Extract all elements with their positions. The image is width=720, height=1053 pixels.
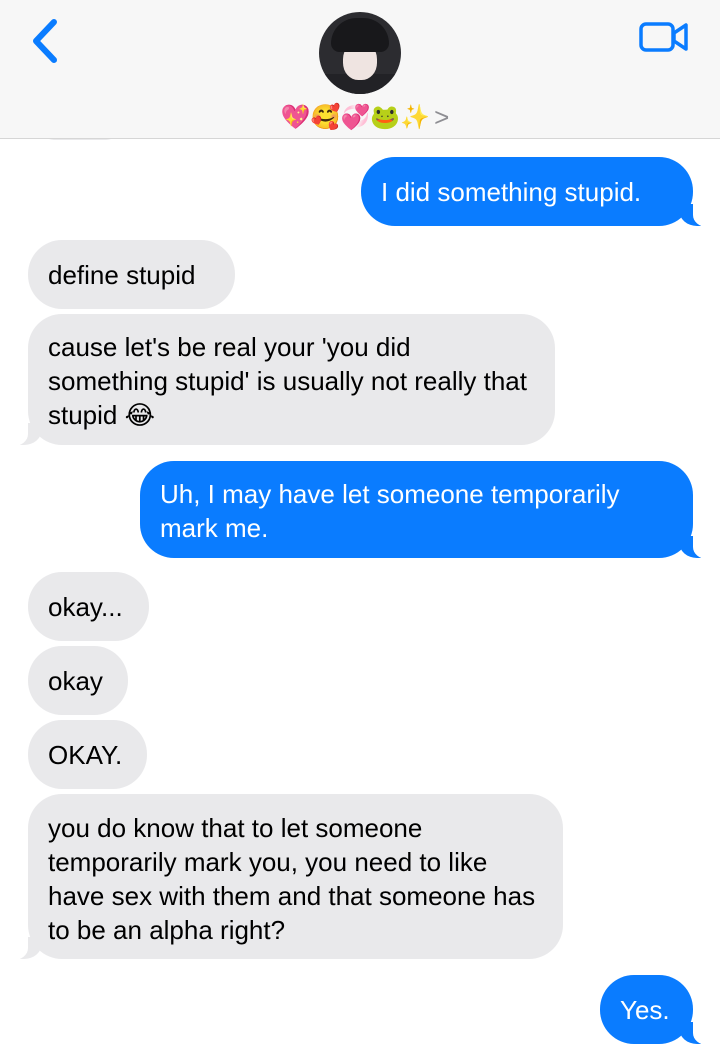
message-text: cause let's be real your 'you did someth… [48,332,527,430]
back-chevron-icon[interactable] [26,16,66,66]
message-sent[interactable]: I did something stupid. [361,157,713,227]
conversation-header: 💖🥰💞🐸✨ > [0,0,720,139]
message-text: okay... [48,591,123,622]
contact-avatar[interactable] [319,12,401,94]
message-text: you do know that to let someone temporar… [48,813,536,945]
contact-emoji-name: 💖🥰💞🐸✨ [280,103,431,131]
message-text: Uh, I may have let someone temporarily m… [160,479,620,543]
message-received[interactable]: define stupid [28,240,235,309]
message-text: define stupid [48,259,196,290]
message-text: OKAY. [48,739,123,770]
message-received[interactable]: okay... [28,572,149,641]
message-received[interactable]: okay [28,646,128,715]
message-sent[interactable]: Uh, I may have let someone temporarily m… [140,461,713,559]
message-received[interactable]: OKAY. [28,720,147,789]
message-text: Yes. [620,994,670,1025]
message-text: okay [48,665,103,696]
contact-name-button[interactable]: 💖🥰💞🐸✨ > [280,100,450,134]
chevron-right-icon: > [434,101,450,132]
message-received[interactable]: you do know that to let someone temporar… [8,794,563,960]
message-text: I did something stupid. [381,176,642,207]
message-sent[interactable]: Yes. [600,975,713,1045]
message-received[interactable]: cause let's be real your 'you did someth… [8,314,555,446]
video-call-icon[interactable] [638,20,690,54]
